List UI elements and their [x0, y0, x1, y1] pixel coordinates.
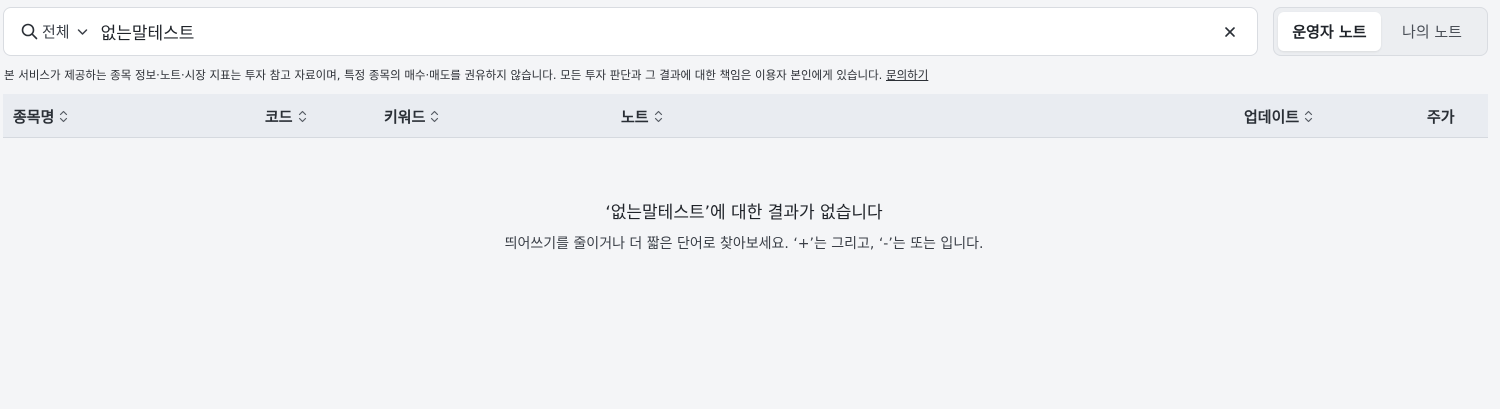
operator-notes-tab[interactable]: 운영자 노트	[1278, 12, 1381, 51]
disclaimer-text: 본 서비스가 제공하는 종목 정보·노트·시장 지표는 투자 참고 자료이며, …	[4, 68, 886, 82]
column-header-label: 업데이트	[1244, 107, 1300, 126]
top-bar: 전체 운영자 노트 나의 노트	[3, 7, 1488, 56]
sort-updown-icon	[298, 109, 308, 123]
contact-link[interactable]: 문의하기	[886, 68, 928, 82]
chevron-down-icon[interactable]	[77, 26, 89, 38]
column-header-label: 코드	[265, 107, 293, 126]
column-header-keyword[interactable]: 키워드	[384, 94, 440, 138]
column-header-price: 주가	[1427, 94, 1455, 138]
search-input[interactable]	[100, 21, 1181, 42]
empty-state-hint: 띄어쓰기를 줄이거나 더 짧은 단어로 찾아보세요. ‘+’는 그리고, ‘-’…	[504, 236, 984, 252]
column-header-code[interactable]: 코드	[265, 94, 308, 138]
my-notes-tab[interactable]: 나의 노트	[1381, 12, 1483, 51]
column-header-name[interactable]: 종목명	[13, 94, 69, 138]
column-header-note[interactable]: 노트	[621, 94, 664, 138]
column-header-updated[interactable]: 업데이트	[1244, 94, 1314, 138]
column-header-label: 주가	[1427, 107, 1455, 126]
search-icon	[20, 23, 38, 41]
search-bar[interactable]: 전체	[3, 7, 1258, 56]
note-source-toggle: 운영자 노트 나의 노트	[1273, 7, 1488, 56]
disclaimer: 본 서비스가 제공하는 종목 정보·노트·시장 지표는 투자 참고 자료이며, …	[4, 67, 928, 83]
sort-updown-icon	[654, 109, 664, 123]
column-header-label: 노트	[621, 107, 649, 126]
column-header-label: 키워드	[384, 107, 426, 126]
search-scope-select[interactable]: 전체	[42, 21, 70, 42]
sort-updown-icon	[1304, 109, 1314, 123]
close-icon[interactable]	[1221, 23, 1239, 41]
table-header: 종목명 코드 키워드 노트 업데이트 주가	[3, 94, 1488, 138]
sort-updown-icon	[430, 109, 440, 123]
empty-state-title: ‘없는말테스트’에 대한 결과가 없습니다	[605, 203, 883, 223]
sort-updown-icon	[59, 109, 69, 123]
column-header-label: 종목명	[13, 107, 55, 126]
